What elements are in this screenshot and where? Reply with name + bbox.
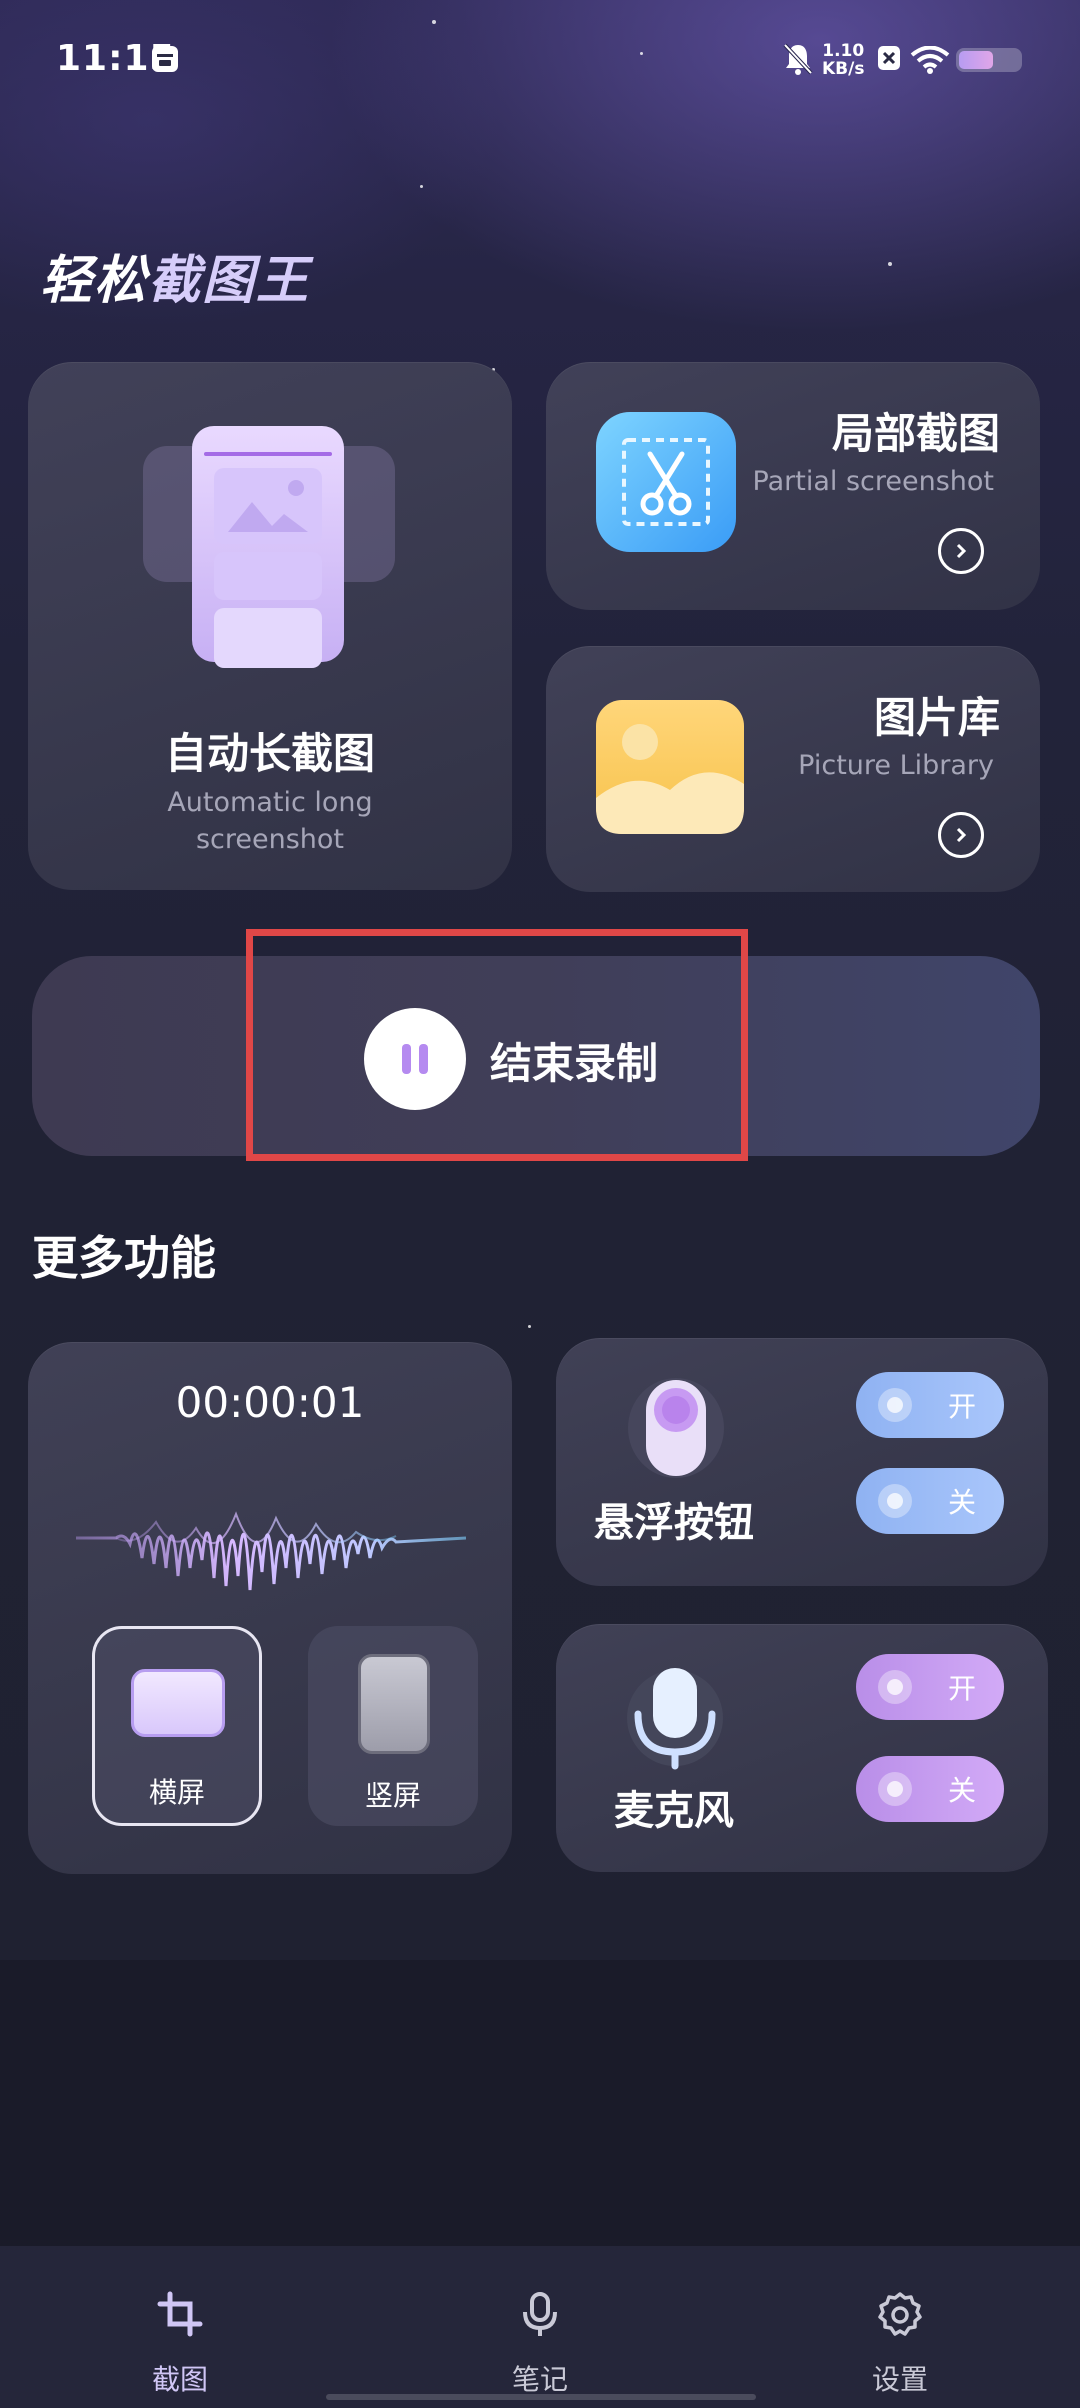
partial-screenshot-card[interactable]: 局部截图 Partial screenshot bbox=[546, 362, 1040, 610]
float-button-label: 悬浮按钮 bbox=[594, 1500, 754, 1546]
auto-long-screenshot-subtitle: Automatic long screenshot bbox=[167, 787, 373, 855]
nav-item-settings[interactable]: 设置 bbox=[800, 2246, 1000, 2408]
status-bar: 11:15 1.10 KB/s bbox=[0, 38, 1080, 88]
battery-icon bbox=[956, 48, 1022, 72]
microphone-icon bbox=[523, 2292, 557, 2336]
gear-icon bbox=[878, 2292, 922, 2336]
portrait-icon bbox=[358, 1654, 430, 1754]
microphone-label: 麦克风 bbox=[614, 1788, 734, 1834]
portrait-label: 竖屏 bbox=[364, 1779, 421, 1812]
bottom-navigation: 截图 笔记 设置 bbox=[0, 2246, 1080, 2408]
calendar-icon bbox=[152, 46, 178, 72]
toggle-knob bbox=[878, 1388, 912, 1422]
phone-illustration-icon bbox=[192, 426, 344, 668]
star-decoration bbox=[528, 1325, 531, 1328]
nav-item-screenshot[interactable]: 截图 bbox=[80, 2246, 280, 2408]
recording-timer: 00:00:01 bbox=[175, 1378, 365, 1427]
auto-long-screenshot-card[interactable]: 自动长截图 Automatic long screenshot bbox=[28, 362, 512, 890]
float-button-on-label: 开 bbox=[948, 1390, 977, 1423]
home-indicator[interactable] bbox=[326, 2394, 756, 2400]
partial-screenshot-title: 局部截图 bbox=[831, 409, 1000, 458]
star-decoration bbox=[888, 262, 892, 266]
float-button-on-toggle[interactable]: 开 bbox=[856, 1372, 1004, 1438]
float-button-off-label: 关 bbox=[948, 1486, 977, 1519]
microphone-on-toggle[interactable]: 开 bbox=[856, 1654, 1004, 1720]
scissors-icon bbox=[596, 412, 736, 552]
star-decoration bbox=[432, 20, 436, 24]
network-speed: 1.10 KB/s bbox=[822, 42, 864, 78]
float-button-icon bbox=[628, 1378, 724, 1478]
app-title-part1: 轻松 bbox=[40, 251, 149, 311]
network-speed-unit: KB/s bbox=[822, 59, 865, 79]
star-decoration bbox=[420, 185, 423, 188]
float-button-off-toggle[interactable]: 关 bbox=[856, 1468, 1004, 1534]
microphone-on-label: 开 bbox=[948, 1672, 977, 1705]
wifi-icon bbox=[910, 46, 950, 74]
nav-item-notes[interactable]: 笔记 bbox=[440, 2246, 640, 2408]
crop-icon bbox=[157, 2291, 203, 2337]
highlight-annotation-box bbox=[246, 929, 748, 1161]
nav-label-screenshot: 截图 bbox=[151, 2363, 208, 2396]
more-features-title: 更多功能 bbox=[32, 1231, 216, 1285]
battery-level bbox=[959, 51, 993, 69]
microphone-off-label: 关 bbox=[948, 1774, 977, 1807]
mute-bell-icon bbox=[783, 43, 813, 75]
picture-library-subtitle: Picture Library bbox=[798, 750, 994, 781]
nav-label-notes: 笔记 bbox=[511, 2363, 568, 2396]
toggle-knob bbox=[878, 1670, 912, 1704]
app-title: 轻松截图王 bbox=[40, 238, 310, 313]
landscape-option[interactable]: 横屏 bbox=[92, 1626, 262, 1826]
sim-x-icon bbox=[878, 46, 900, 70]
partial-screenshot-subtitle: Partial screenshot bbox=[752, 466, 994, 497]
picture-icon bbox=[596, 700, 744, 834]
toggle-knob bbox=[878, 1484, 912, 1518]
picture-library-title: 图片库 bbox=[873, 693, 1000, 742]
toggle-knob bbox=[878, 1772, 912, 1806]
picture-library-card[interactable]: 图片库 Picture Library bbox=[546, 646, 1040, 892]
network-speed-value: 1.10 bbox=[822, 41, 865, 61]
picture-library-arrow-icon[interactable] bbox=[938, 812, 984, 858]
microphone-icon bbox=[627, 1668, 723, 1770]
app-title-part2: 截图王 bbox=[148, 251, 311, 311]
portrait-option[interactable]: 竖屏 bbox=[308, 1626, 478, 1826]
audio-waveform-icon bbox=[76, 1511, 466, 1591]
nav-label-settings: 设置 bbox=[871, 2363, 928, 2396]
auto-long-screenshot-title: 自动长截图 bbox=[164, 729, 375, 778]
partial-screenshot-arrow-icon[interactable] bbox=[938, 528, 984, 574]
landscape-icon bbox=[131, 1669, 225, 1737]
landscape-label: 横屏 bbox=[148, 1776, 205, 1809]
microphone-off-toggle[interactable]: 关 bbox=[856, 1756, 1004, 1822]
